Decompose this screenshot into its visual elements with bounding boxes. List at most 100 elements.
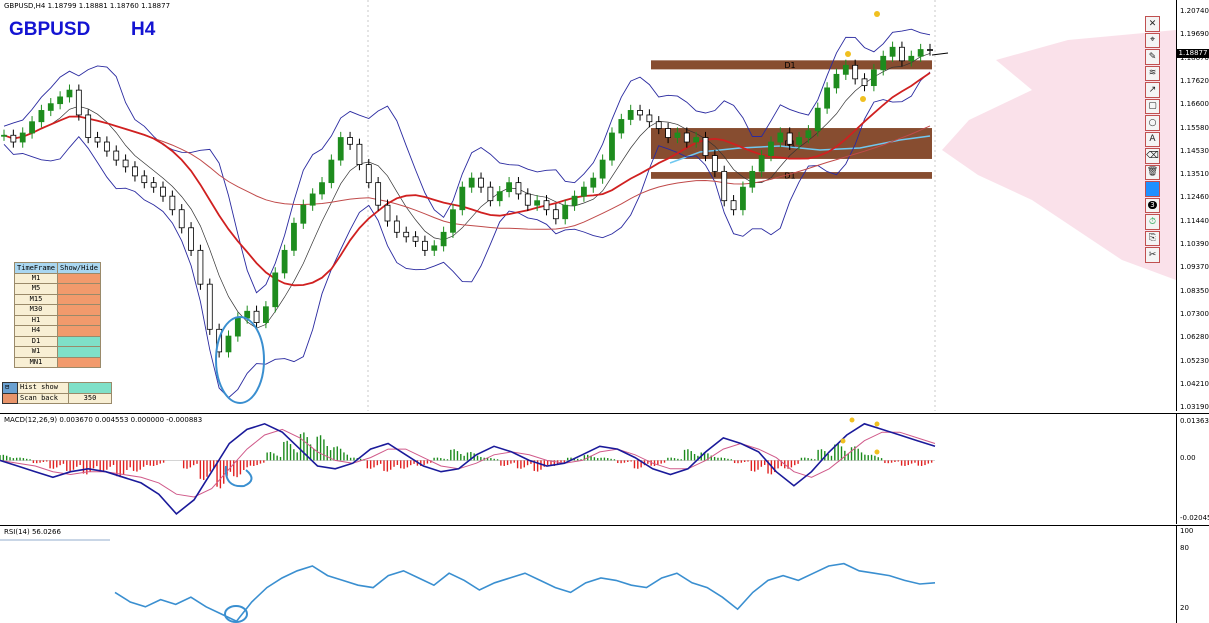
price-chart-pane[interactable]: D1D1D1 GBPUSD,H4 1.18799 1.18881 1.18760… [0, 0, 1176, 411]
candle-body [805, 130, 812, 138]
candle [721, 165, 728, 207]
candle-body [309, 193, 316, 206]
candle [291, 217, 297, 256]
arrow-tool-button[interactable]: ↗ [1145, 82, 1160, 98]
candle-body [637, 110, 643, 116]
candle-body [899, 46, 905, 62]
macd-signal-marker [849, 417, 855, 423]
ellipse-tool-button[interactable]: ○ [1145, 115, 1160, 131]
candle-body [328, 159, 335, 184]
hist-show-label: Hist show [17, 382, 69, 394]
candle-body [768, 141, 774, 156]
candle-body [730, 200, 737, 211]
scissors-tool-button[interactable]: ✂ [1145, 247, 1160, 263]
candle-body [150, 182, 157, 188]
candle-body [141, 175, 148, 184]
candle-body [627, 110, 634, 120]
bollinger-lower [3, 71, 931, 399]
price-axis[interactable]: 1.207401.196901.186701.176201.166001.155… [1176, 0, 1209, 411]
rsi-pane[interactable]: RSI(14) 56.0266 [0, 525, 1176, 623]
tf-name: H4 [14, 325, 58, 337]
hist-show-toggle[interactable] [68, 382, 112, 394]
candle-body [814, 107, 821, 132]
tf-toggle[interactable] [57, 314, 101, 326]
candle-body [683, 132, 690, 143]
scan-back-input[interactable]: 350 [68, 392, 112, 404]
rectangle-tool-button[interactable]: ▢ [1145, 98, 1160, 114]
wave-tool-button[interactable]: ≋ [1145, 65, 1160, 81]
candle-body [468, 177, 475, 188]
tf-row: M15 [14, 293, 101, 305]
candle [169, 190, 176, 216]
candle-body [543, 200, 550, 211]
bollinger-mid [3, 53, 931, 329]
tf-toggle[interactable] [57, 304, 101, 316]
rsi-svg [0, 539, 936, 623]
tf-toggle[interactable] [57, 346, 101, 358]
candle [197, 244, 204, 290]
candle-body [262, 306, 269, 323]
candle [506, 177, 512, 198]
candle [440, 226, 447, 252]
candle-body [665, 128, 672, 138]
hist-panel: ⊟ Hist show Scan back 350 [2, 382, 112, 404]
eraser-tool-button[interactable]: ⌫ [1145, 148, 1160, 164]
candle [319, 177, 325, 200]
tf-header-showhide: Show/Hide [57, 262, 101, 274]
candle [1, 129, 7, 141]
candle [833, 68, 840, 94]
tf-row: W1 [14, 346, 101, 358]
candle-body [57, 96, 64, 105]
candle-body [749, 170, 756, 188]
tf-toggle[interactable] [57, 356, 101, 368]
clock-tool-button[interactable]: ⏱ [1145, 214, 1160, 230]
candle-body [478, 177, 484, 188]
price-axis-tick: 1.13510 [1180, 170, 1209, 179]
tf-toggle[interactable] [57, 283, 101, 295]
pin-icon: ⌖ [1149, 35, 1156, 46]
macd-svg [0, 417, 936, 515]
tf-toggle[interactable] [57, 325, 101, 337]
candle-body [29, 121, 35, 134]
candle-body [375, 182, 382, 206]
signal-marker [874, 11, 880, 17]
tf-name: MN1 [14, 356, 58, 368]
candle [19, 127, 26, 148]
candle [337, 131, 344, 166]
timeframe-panel: TimeFrame Show/Hide M1 M5 M15 M30 H1 H4 D1 W1 MN… [14, 262, 101, 368]
candle-body [431, 245, 438, 251]
tf-toggle[interactable] [57, 335, 101, 347]
candle-body [711, 155, 718, 172]
color-swatch-tool-button[interactable] [1145, 181, 1160, 197]
tf-name: M30 [14, 304, 58, 316]
macd-pane[interactable]: MACD(12,26,9) 0.003670 0.004553 0.000000… [0, 413, 1176, 524]
close-tool-button[interactable]: ✕ [1145, 16, 1160, 32]
candle-body [908, 55, 915, 62]
eraser-icon: ⌫ [1146, 150, 1159, 161]
pencil-tool-button[interactable]: ✎ [1145, 49, 1160, 65]
macd-signal-marker [840, 438, 846, 444]
candle [824, 82, 831, 114]
tf-row: M1 [14, 272, 101, 284]
width-tool-button[interactable]: 3 [1145, 197, 1160, 213]
text-tool-button[interactable]: A [1145, 131, 1160, 147]
save-tool-button[interactable]: ⎘ [1145, 230, 1160, 246]
candle-body [609, 132, 615, 161]
candle [309, 188, 316, 211]
candle [861, 73, 868, 92]
macd-title: MACD(12,26,9) 0.003670 0.004553 0.000000… [4, 416, 203, 424]
tf-toggle[interactable] [57, 272, 101, 284]
candle-body [403, 231, 410, 238]
candle-body [515, 182, 522, 195]
price-axis-tick: 1.12460 [1180, 193, 1209, 202]
tf-header-timeframe: TimeFrame [14, 262, 58, 274]
rsi-axis-tick: 100 [1180, 527, 1194, 535]
hist-toggle-icon[interactable]: ⊟ [2, 382, 18, 394]
pin-tool-button[interactable]: ⌖ [1145, 32, 1160, 48]
price-axis-tick: 1.08350 [1180, 286, 1209, 295]
rsi-axis-tick: 80 [1180, 544, 1189, 552]
tf-toggle[interactable] [57, 293, 101, 305]
macd-signal-marker [874, 449, 880, 455]
width-icon: 3 [1148, 201, 1157, 210]
trash-tool-button[interactable]: 🗑 [1145, 164, 1160, 180]
